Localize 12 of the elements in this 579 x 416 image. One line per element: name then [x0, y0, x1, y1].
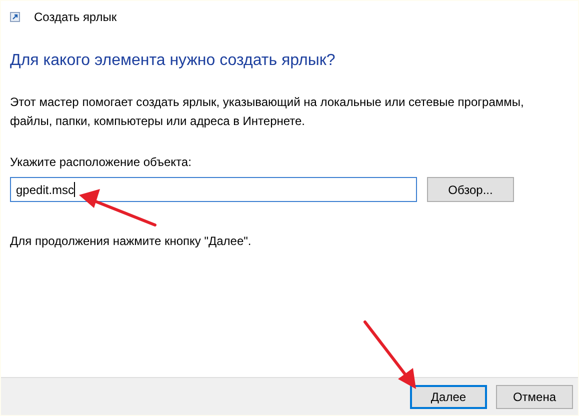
- location-field[interactable]: gpedit.msc: [10, 177, 417, 202]
- window-title: Создать ярлык: [34, 8, 117, 26]
- description-text: Этот мастер помогает создать ярлык, указывающий на локальные или сетевые программы, файлы, папки, компьютеры или адреса в Интернете.: [10, 94, 525, 130]
- arrow-icon: [362, 318, 418, 390]
- browse-button[interactable]: Обзор...: [427, 177, 514, 202]
- wizard-heading: Для какого элемента нужно создать ярлык?: [10, 51, 336, 71]
- wizard-button[interactable]: Отмена: [496, 384, 573, 408]
- arrow-icon: [78, 187, 158, 229]
- shortcut-icon: [10, 12, 20, 22]
- hint-text: Для продолжения нажмите кнопку "Далее".: [10, 233, 252, 250]
- location-label: Укажите расположение объекта:: [10, 154, 192, 171]
- wizard-button[interactable]: Далее: [410, 384, 487, 408]
